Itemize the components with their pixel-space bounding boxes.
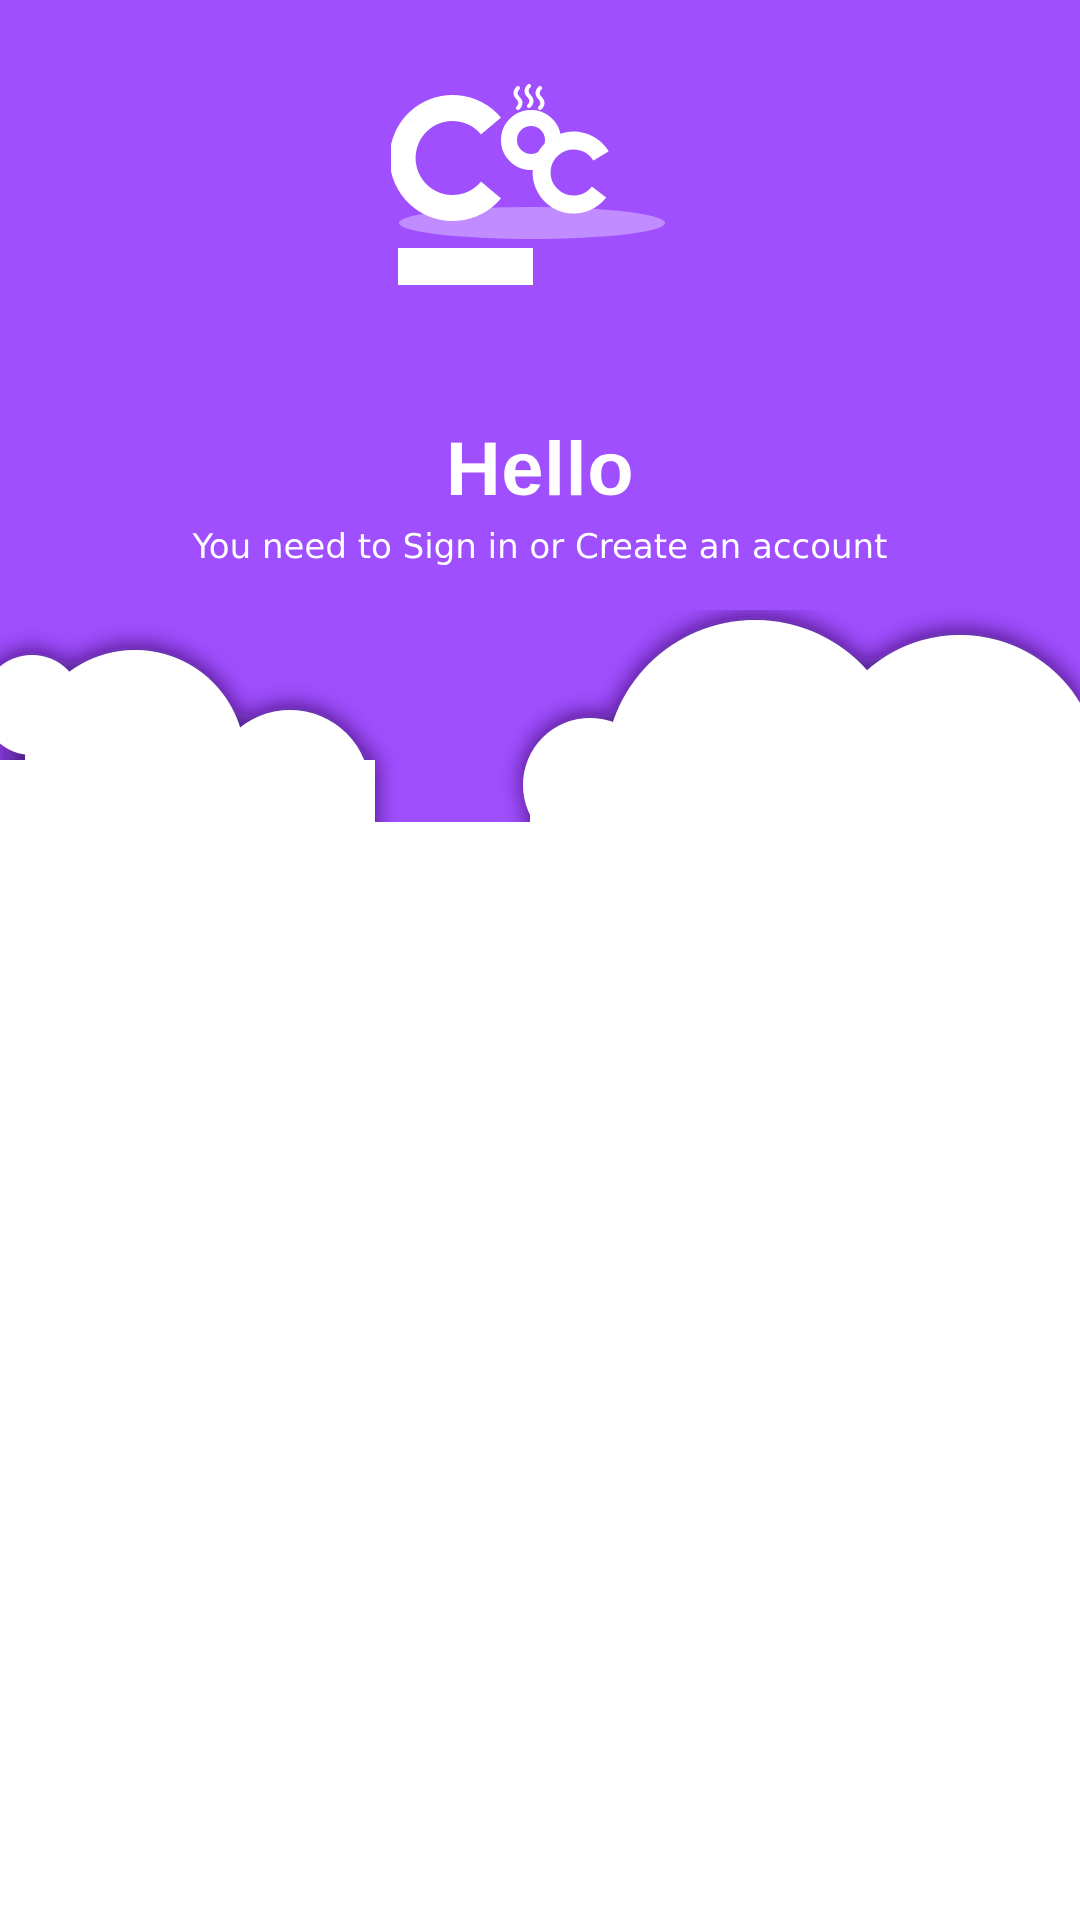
sign-in-landing-screen: Hello You need to Sign in or Create an a… [0, 0, 1080, 1920]
coc-coffee-logo-icon [391, 84, 665, 285]
cloud-divider [0, 610, 1080, 850]
greeting-subtitle: You need to Sign in or Create an account [192, 527, 888, 567]
coc-design-studio-logo [391, 78, 671, 293]
cloud-shape [0, 620, 1080, 850]
greeting-title: Hello [445, 427, 635, 512]
blank-content-area [0, 822, 1080, 1920]
